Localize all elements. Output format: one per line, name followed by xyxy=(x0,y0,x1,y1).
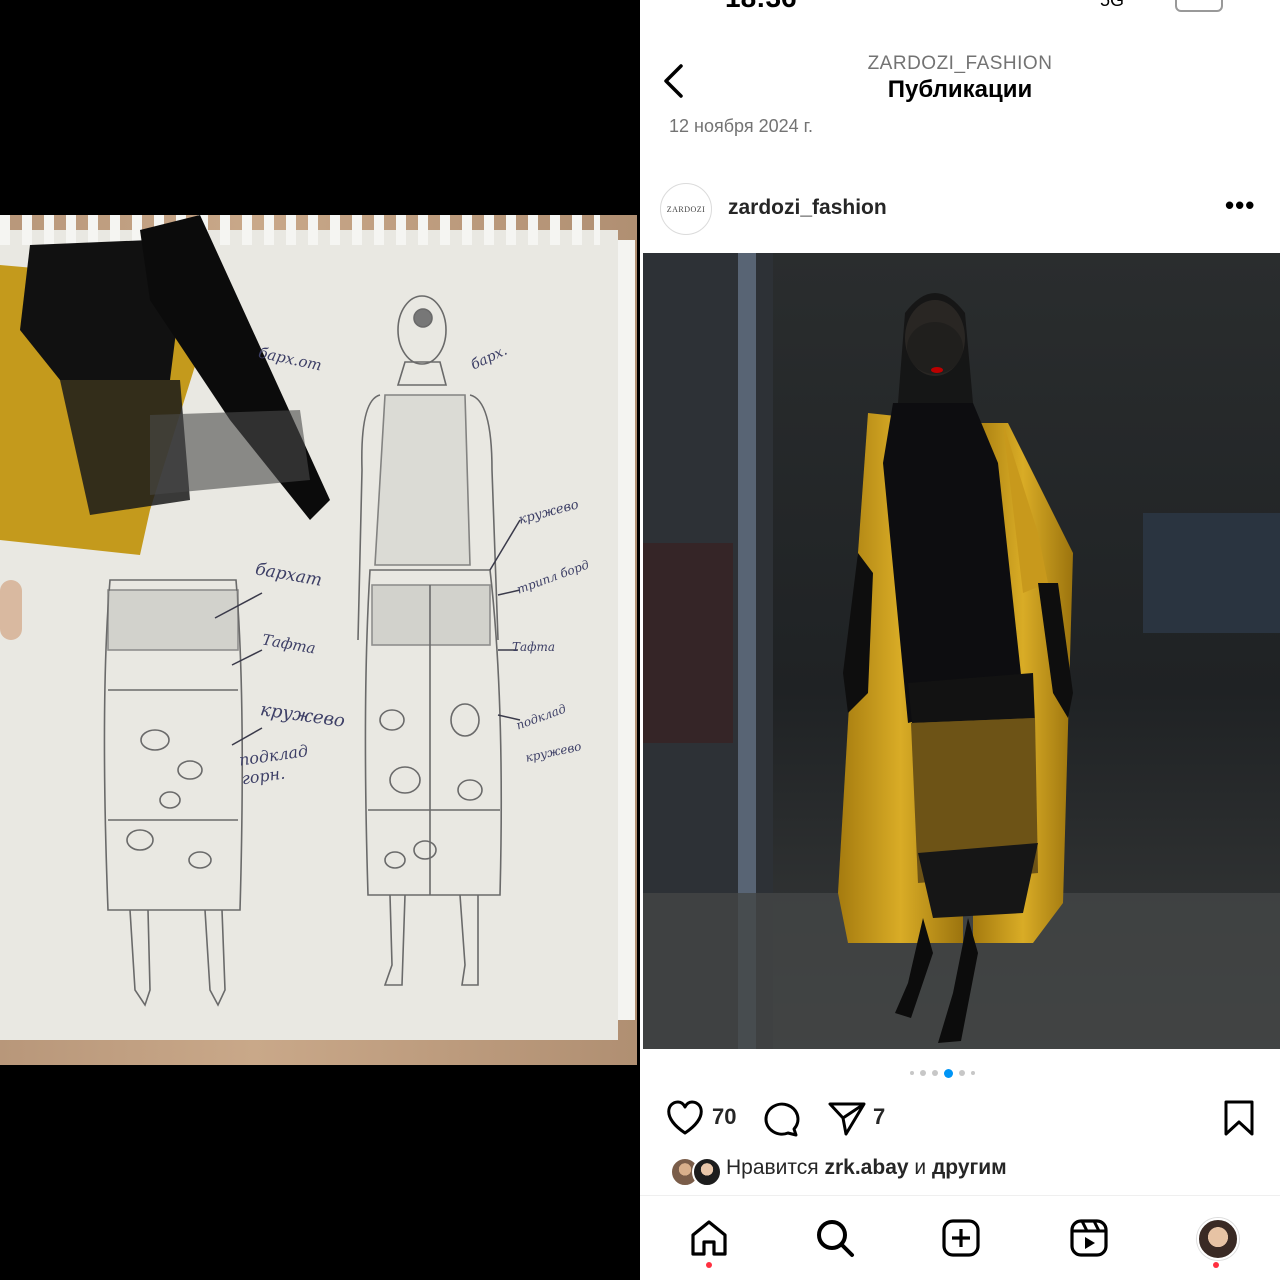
carousel-dot xyxy=(910,1071,914,1075)
post-username[interactable]: zardozi_fashion xyxy=(728,196,887,220)
status-time: 18:36 xyxy=(725,0,797,14)
comment-icon[interactable] xyxy=(760,1098,802,1138)
avatar-text: ZARDOZI xyxy=(666,204,706,214)
reels-icon[interactable] xyxy=(1068,1218,1110,1258)
more-dots-icon[interactable]: ••• xyxy=(1225,190,1255,221)
post-avatar[interactable]: ZARDOZI xyxy=(660,183,712,235)
status-signal: 5G xyxy=(1100,0,1125,10)
instagram-post-screen: 18:36 5G ZARDOZI_FASHION Публикации 12 н… xyxy=(640,0,1280,1280)
bookmark-icon[interactable] xyxy=(1220,1098,1260,1138)
profile-avatar[interactable] xyxy=(1197,1218,1239,1260)
page-title: Публикации xyxy=(887,76,1033,103)
profile-notification-dot xyxy=(1213,1262,1219,1268)
like-count[interactable]: 70 xyxy=(712,1104,736,1130)
heart-icon[interactable] xyxy=(664,1098,706,1138)
share-icon[interactable] xyxy=(826,1098,868,1138)
carousel-dot xyxy=(959,1070,965,1076)
likes-prefix: Нравится xyxy=(726,1156,825,1179)
carousel-dot xyxy=(920,1070,926,1076)
home-notification-dot xyxy=(706,1262,712,1268)
bottom-nav xyxy=(640,1195,1280,1280)
sketch-photo-panel: барх.от барх. бархат кружево кружево три… xyxy=(0,0,637,1280)
post-image[interactable] xyxy=(643,253,1280,1049)
carousel-dot xyxy=(932,1070,938,1076)
likes-user[interactable]: zrk.abay xyxy=(825,1156,909,1179)
carousel-dots xyxy=(910,1068,975,1078)
post-date: 12 ноября 2024 г. xyxy=(669,116,813,136)
search-icon[interactable] xyxy=(814,1218,856,1258)
carousel-dot xyxy=(971,1071,975,1075)
share-count[interactable]: 7 xyxy=(873,1104,885,1130)
battery-icon xyxy=(1175,0,1223,12)
header-username: ZARDOZI_FASHION xyxy=(867,53,1053,74)
runway-photo xyxy=(643,253,1280,1049)
likes-summary[interactable]: Нравится zrk.abay и другим xyxy=(726,1156,1007,1180)
likes-others[interactable]: другим xyxy=(932,1156,1007,1179)
liker-avatar[interactable] xyxy=(692,1157,722,1187)
likes-mid: и xyxy=(908,1156,932,1179)
home-icon[interactable] xyxy=(688,1218,730,1258)
carousel-dot-active xyxy=(944,1068,953,1078)
sketch-label: Тафта xyxy=(512,640,556,654)
create-icon[interactable] xyxy=(940,1218,982,1258)
